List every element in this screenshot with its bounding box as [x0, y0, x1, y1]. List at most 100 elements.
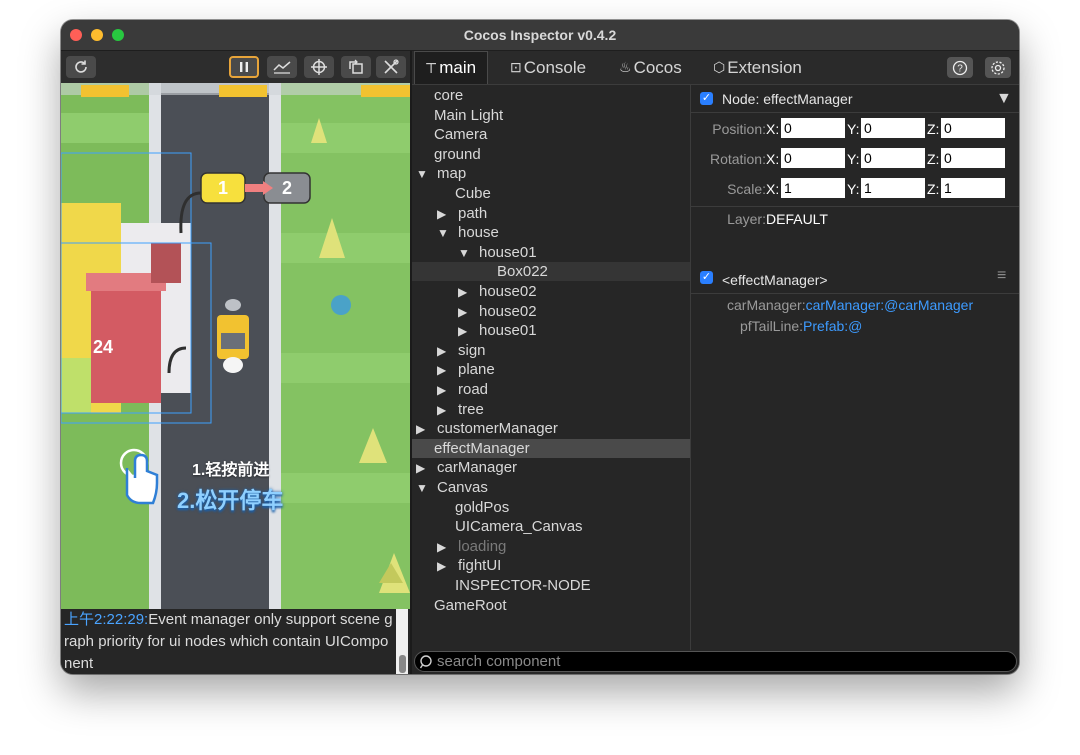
- component-header: <effectManager>: [722, 272, 828, 288]
- tree-node-main-light[interactable]: Main Light: [412, 106, 694, 125]
- tab-cocos[interactable]: ♨ Cocos: [619, 51, 682, 84]
- tree-node-core[interactable]: core: [412, 86, 694, 105]
- window-title: Cocos Inspector v0.4.2: [463, 27, 617, 43]
- settings-tools-button[interactable]: [376, 56, 406, 78]
- tree-node-carmanager[interactable]: ▶ carManager: [412, 458, 694, 477]
- tree-node-path[interactable]: ▶ path: [412, 204, 715, 223]
- position-x-input[interactable]: 0: [781, 118, 845, 138]
- log-panel[interactable]: 上午2:22:29:Event manager only support sce…: [61, 609, 410, 674]
- collapsed-arrow-icon[interactable]: ▶: [458, 283, 479, 302]
- scale-y-label: Y:: [847, 181, 860, 197]
- tree-node-inspector-node[interactable]: INSPECTOR-NODE: [412, 576, 715, 595]
- tree-node-road[interactable]: ▶ road: [412, 380, 715, 399]
- route-marker-2: 2: [281, 178, 292, 198]
- tree-node-label: effectManager: [434, 440, 530, 457]
- tree-node-house01[interactable]: ▼ house01: [412, 243, 736, 262]
- tree-node-house02[interactable]: ▶ house02: [412, 282, 736, 301]
- refresh-button[interactable]: [66, 56, 96, 78]
- target-button[interactable]: [304, 56, 334, 78]
- tree-node-camera[interactable]: Camera: [412, 125, 694, 144]
- collapsed-arrow-icon[interactable]: ▶: [437, 401, 458, 420]
- tree-node-fightui[interactable]: ▶ fightUI: [412, 556, 715, 575]
- tree-node-map[interactable]: ▼ map: [412, 164, 694, 183]
- collapse-arrow-icon[interactable]: ▼: [996, 90, 1012, 108]
- search-component-input[interactable]: search component: [414, 651, 1017, 672]
- rotation-y-label: Y:: [847, 151, 860, 167]
- expanded-arrow-icon[interactable]: ▼: [437, 224, 458, 243]
- tab-extension[interactable]: ⬡ Extension: [713, 51, 802, 84]
- scale-z-input[interactable]: 1: [941, 178, 1005, 198]
- rotation-y-input[interactable]: 0: [861, 148, 925, 168]
- tree-node-tree[interactable]: ▶ tree: [412, 400, 715, 419]
- tree-node-label: house01: [479, 244, 537, 261]
- collapsed-arrow-icon[interactable]: ▶: [437, 557, 458, 576]
- tree-node-sign[interactable]: ▶ sign: [412, 341, 715, 360]
- node-active-checkbox[interactable]: ✓: [700, 92, 713, 105]
- tree-node-label: ground: [434, 146, 481, 163]
- position-z-label: Z:: [927, 121, 940, 137]
- tree-node-label: Canvas: [437, 479, 488, 496]
- collapsed-arrow-icon[interactable]: ▶: [458, 322, 479, 341]
- stats-button[interactable]: [267, 56, 297, 78]
- rotation-z-input[interactable]: 0: [941, 148, 1005, 168]
- tab-main[interactable]: ⊤ main: [414, 51, 488, 84]
- scale-y-input[interactable]: 1: [861, 178, 925, 198]
- tree-node-label: plane: [458, 361, 495, 378]
- collapsed-arrow-icon[interactable]: ▶: [437, 381, 458, 400]
- tree-node-canvas[interactable]: ▼ Canvas: [412, 478, 694, 497]
- collapsed-arrow-icon[interactable]: ▶: [437, 342, 458, 361]
- tree-node-label: fightUI: [458, 557, 502, 574]
- tree-node-loading[interactable]: ▶ loading: [412, 537, 715, 556]
- tree-node-customermanager[interactable]: ▶ customerManager: [412, 419, 694, 438]
- tree-node-plane[interactable]: ▶ plane: [412, 360, 715, 379]
- expanded-arrow-icon[interactable]: ▼: [416, 479, 437, 498]
- tab-console[interactable]: ⊡ Console: [510, 51, 586, 84]
- rotation-x-label: X:: [766, 151, 780, 167]
- collapsed-arrow-icon[interactable]: ▶: [437, 361, 458, 380]
- layer-label: Layer:: [727, 211, 766, 227]
- prefab-link[interactable]: Prefab:@: [803, 318, 862, 334]
- search-placeholder: search component: [437, 653, 561, 670]
- tree-node-house01[interactable]: ▶ house01: [412, 321, 736, 340]
- game-preview[interactable]: 1 2 24 1.轻按前进 2.松开停车: [61, 83, 410, 609]
- tree-node-ground[interactable]: ground: [412, 145, 694, 164]
- help-button[interactable]: ?: [947, 57, 973, 78]
- expanded-arrow-icon[interactable]: ▼: [416, 165, 437, 184]
- rotation-label: Rotation:: [709, 151, 766, 167]
- position-z-input[interactable]: 0: [941, 118, 1005, 138]
- collapsed-arrow-icon[interactable]: ▶: [458, 303, 479, 322]
- carmanager-link[interactable]: carManager:@carManager: [806, 297, 974, 313]
- tree-node-cube[interactable]: Cube: [412, 184, 715, 203]
- rotation-x-input[interactable]: 0: [781, 148, 845, 168]
- tree-node-label: Main Light: [434, 107, 504, 124]
- tree-node-label: INSPECTOR-NODE: [455, 577, 591, 594]
- collapsed-arrow-icon[interactable]: ▶: [416, 459, 437, 478]
- collapsed-arrow-icon[interactable]: ▶: [437, 205, 458, 224]
- tree-node-gameroot[interactable]: GameRoot: [412, 596, 694, 615]
- pause-button[interactable]: [229, 56, 259, 78]
- search-bar: search component: [412, 650, 1019, 674]
- rotate-screen-button[interactable]: [341, 56, 371, 78]
- collapsed-arrow-icon[interactable]: ▶: [437, 538, 458, 557]
- game-scene: [61, 83, 410, 609]
- tree-node-effectmanager[interactable]: effectManager: [412, 439, 694, 458]
- tree-node-house[interactable]: ▼ house: [412, 223, 715, 242]
- expanded-arrow-icon[interactable]: ▼: [458, 244, 479, 263]
- node-header: Node: effectManager: [722, 91, 853, 107]
- component-prop-pftailline: pfTailLine:Prefab:@: [740, 318, 863, 334]
- tree-node-house02[interactable]: ▶ house02: [412, 302, 736, 321]
- tree-node-label: core: [434, 87, 464, 104]
- position-y-input[interactable]: 0: [861, 118, 925, 138]
- gear-icon: [991, 60, 1005, 75]
- refresh-icon: [75, 60, 87, 73]
- position-label: Position:: [712, 121, 766, 137]
- tree-node-goldpos[interactable]: goldPos: [412, 498, 715, 517]
- collapsed-arrow-icon[interactable]: ▶: [416, 420, 437, 439]
- settings-button[interactable]: [985, 57, 1011, 78]
- tree-node-label: GameRoot: [434, 597, 507, 614]
- menu-icon[interactable]: ≡: [997, 267, 1006, 285]
- log-scrollbar-thumb[interactable]: [399, 655, 406, 673]
- tree-node-uicamera-canvas[interactable]: UICamera_Canvas: [412, 517, 715, 536]
- scale-x-input[interactable]: 1: [781, 178, 845, 198]
- component-enabled-checkbox[interactable]: ✓: [700, 271, 713, 284]
